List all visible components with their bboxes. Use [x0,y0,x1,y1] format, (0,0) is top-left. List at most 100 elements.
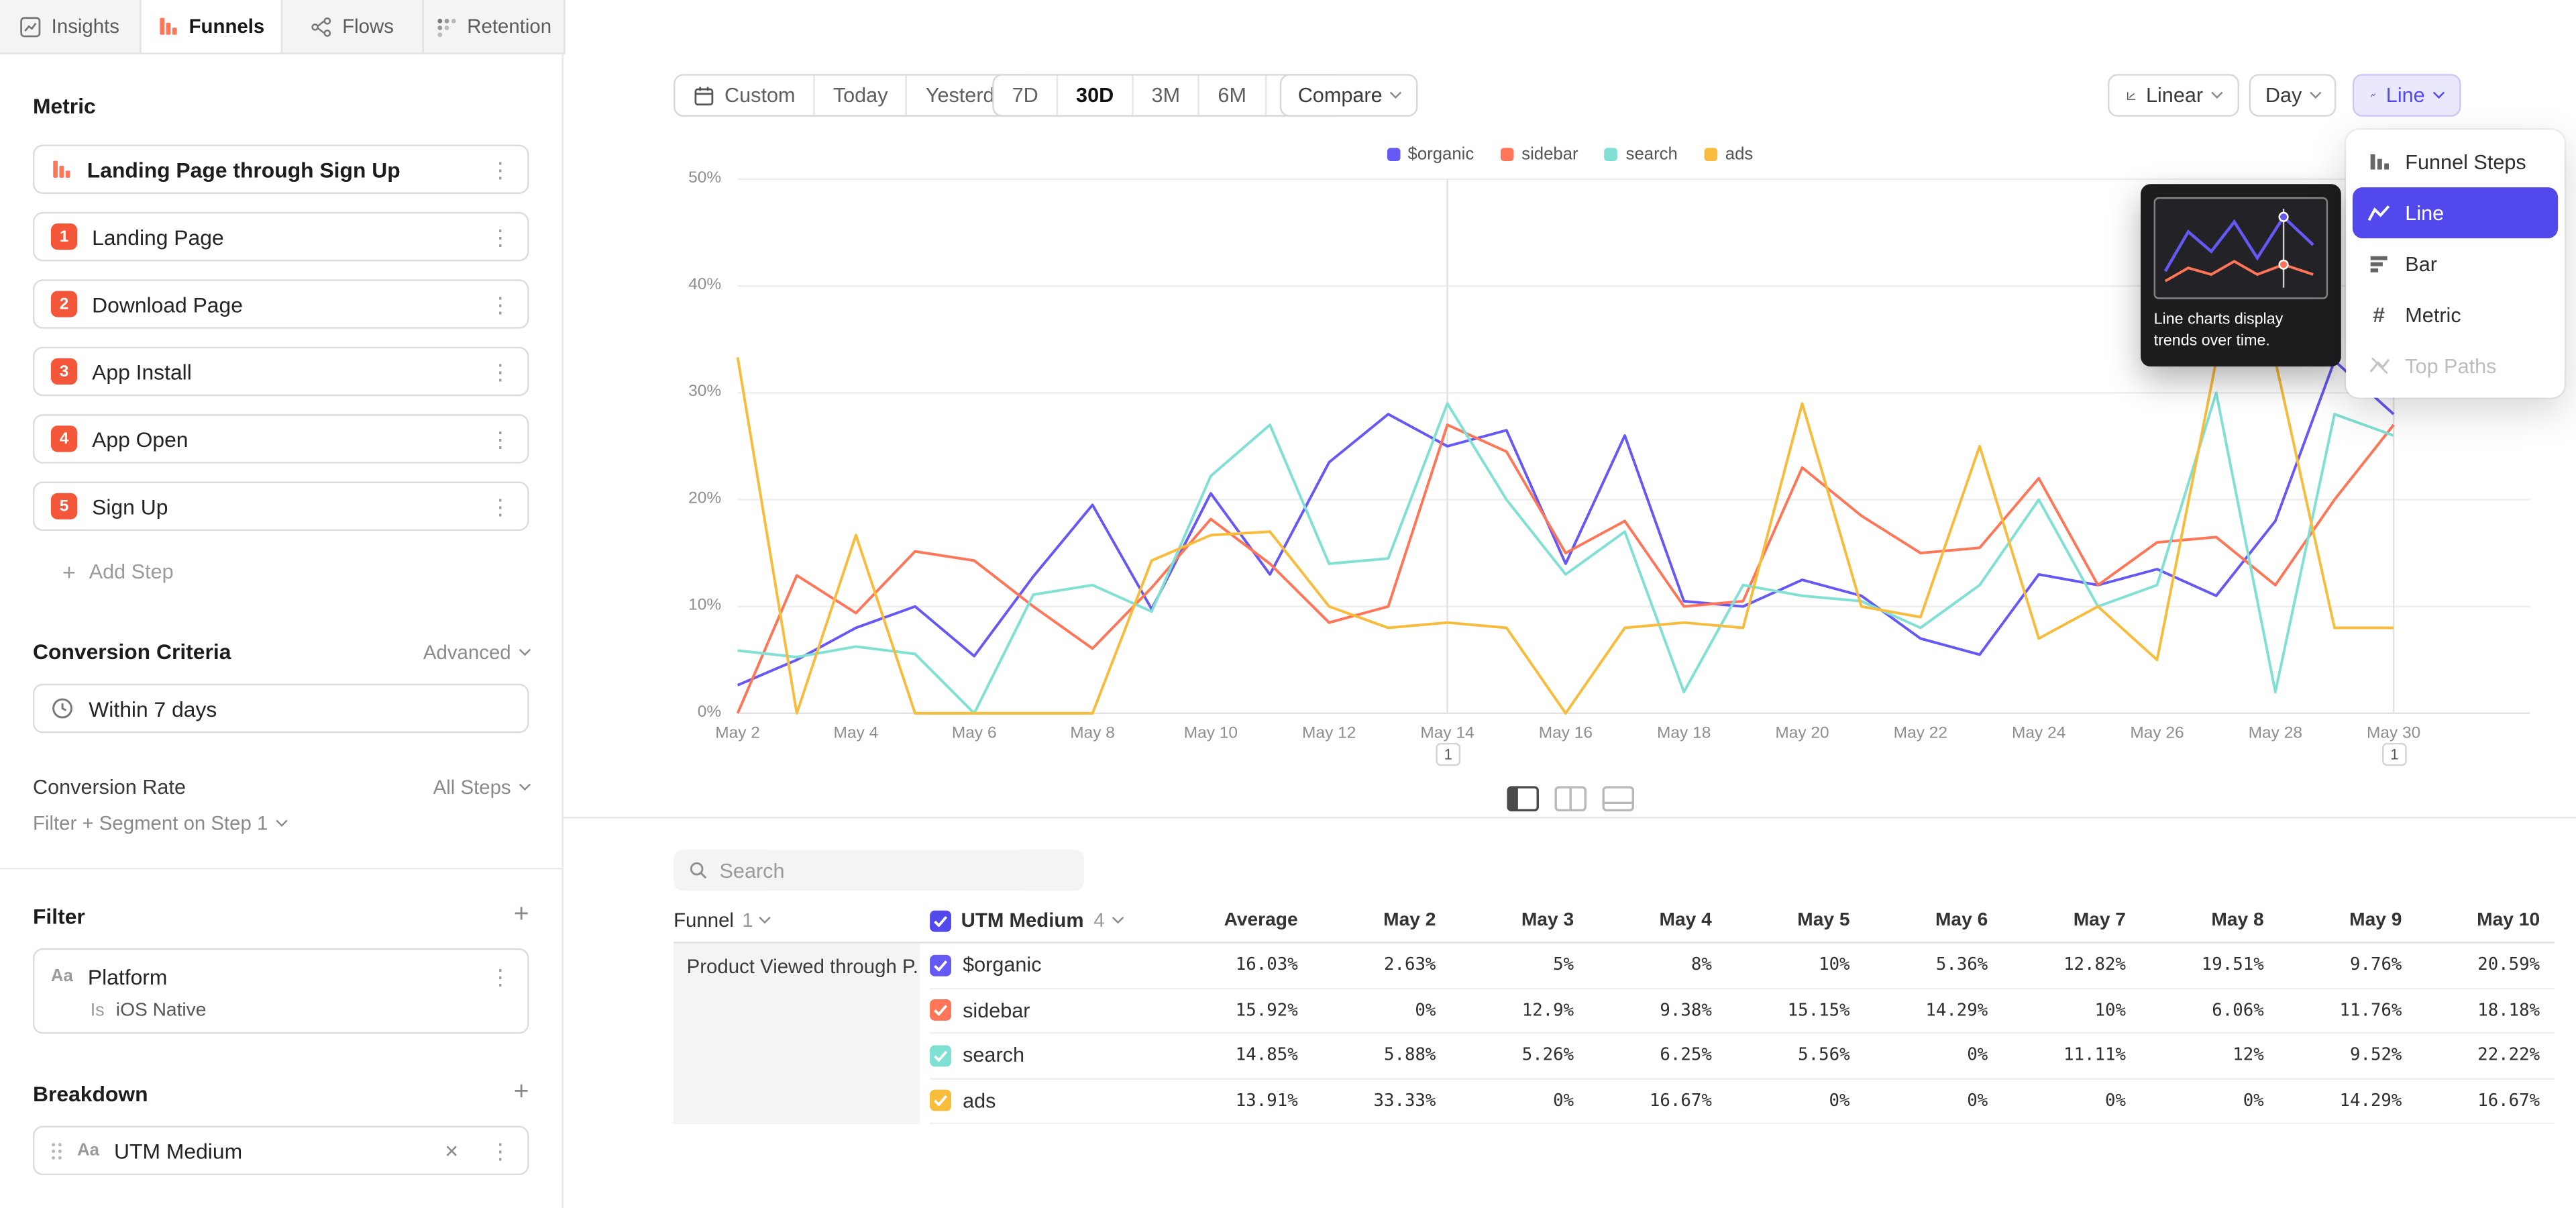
step-label: App Open [92,427,188,452]
breakdown-card[interactable]: Aa UTM Medium × ⋮ [33,1126,529,1175]
menu-item-label: Line [2405,201,2444,224]
custom-date-button[interactable]: Custom [676,76,815,115]
legend-item[interactable]: sidebar [1500,145,1578,164]
menu-item-line[interactable]: Line [2353,187,2558,238]
column-header[interactable]: May 8 [2126,911,2264,930]
breakdown-column-header[interactable]: UTM Medium 4 [930,909,1160,932]
chevron-down-icon [759,912,771,923]
line-chart-icon [2371,85,2376,105]
x-axis-label: May 12 [1288,725,1370,743]
series-checkbox[interactable] [930,1000,951,1021]
funnel-group-cell[interactable]: Product Viewed through P... [674,944,920,1124]
funnel-step[interactable]: 1 Landing Page ⋮ [33,212,529,261]
scale-button[interactable]: Linear [2108,74,2239,117]
column-header[interactable]: May 10 [2402,911,2540,930]
kebab-icon[interactable]: ⋮ [490,966,511,987]
column-header[interactable]: May 7 [1988,911,2126,930]
search-box[interactable] [674,850,1084,891]
annotation-badge[interactable]: 1 [2382,743,2407,766]
x-axis-label: May 10 [1170,725,1252,743]
range-3m-button[interactable]: 3M [1134,76,1200,115]
series-checkbox[interactable] [930,1090,951,1111]
table-cell: 12.82% [1988,955,2126,974]
range-30d-button[interactable]: 30D [1058,76,1134,115]
table-cell: 0% [1988,1091,2126,1111]
menu-item-bar[interactable]: Bar [2353,238,2558,289]
column-header[interactable]: May 3 [1436,911,1574,930]
menu-item-funnel-steps[interactable]: Funnel Steps [2353,136,2558,187]
metric-heading: Metric [33,94,529,119]
column-header[interactable]: Average [1160,911,1298,930]
funnel-step[interactable]: 3 App Install ⋮ [33,347,529,396]
funnel-step[interactable]: 5 Sign Up ⋮ [33,482,529,531]
granularity-button[interactable]: Day [2249,74,2337,117]
kebab-icon[interactable]: ⋮ [490,158,511,180]
add-step-button[interactable]: + Add Step [33,554,529,590]
funnel-step[interactable]: 2 Download Page ⋮ [33,279,529,328]
all-steps-label: All Steps [433,776,511,799]
table-row[interactable]: $organic16.03%2.63%5%8%10%5.36%12.82%19.… [930,944,2555,989]
column-header[interactable]: May 5 [1712,911,1850,930]
table-row[interactable]: search14.85%5.88%5.26%6.25%5.56%0%11.11%… [930,1034,2555,1078]
menu-item-metric[interactable]: # Metric [2353,289,2558,340]
filter-segment-label: Filter + Segment on Step 1 [33,812,268,835]
add-filter-button[interactable]: + [514,902,529,928]
funnel-step[interactable]: 4 App Open ⋮ [33,414,529,463]
kebab-icon[interactable]: ⋮ [490,293,511,315]
legend-item[interactable]: search [1605,145,1678,164]
table-cell: 13.91% [1160,1091,1298,1111]
funnel-title-card[interactable]: Landing Page through Sign Up ⋮ [33,145,529,194]
close-icon[interactable]: × [445,1139,458,1162]
filter-segment-link[interactable]: Filter + Segment on Step 1 [33,812,286,835]
all-steps-dropdown[interactable]: All Steps [433,776,529,799]
series-checkbox[interactable] [930,1045,951,1066]
legend-item[interactable]: ads [1704,145,1753,164]
layout-columns-button[interactable] [1550,783,1590,815]
kebab-icon[interactable]: ⋮ [490,361,511,383]
tab-retention[interactable]: Retention [424,0,564,52]
advanced-dropdown[interactable]: Advanced [423,640,529,663]
drag-handle-icon[interactable] [51,1142,62,1160]
series-checkbox[interactable] [930,954,951,976]
column-header[interactable]: May 9 [2264,911,2402,930]
table-cell: 0% [1850,1091,1988,1111]
series-name-cell: $organic [930,954,1160,976]
breakdown-header-label: UTM Medium [961,909,1084,932]
today-button[interactable]: Today [815,76,908,115]
legend-swatch [1500,148,1513,161]
range-7d-button[interactable]: 7D [994,76,1058,115]
table-row[interactable]: sidebar15.92%0%12.9%9.38%15.15%14.29%10%… [930,989,2555,1034]
select-all-checkbox[interactable] [930,910,951,932]
kebab-icon[interactable]: ⋮ [490,226,511,248]
search-input[interactable] [720,859,1070,882]
tab-flows[interactable]: Flows [282,0,424,52]
kebab-icon[interactable]: ⋮ [490,495,511,517]
kebab-icon[interactable]: ⋮ [490,428,511,450]
table-cell: 9.38% [1574,1001,1712,1020]
breakdown-property-label: UTM Medium [114,1138,242,1163]
x-axis-label: May 30 [2353,725,2434,743]
kebab-icon[interactable]: ⋮ [490,1140,511,1161]
compare-button[interactable]: Compare [1280,74,1419,117]
column-header[interactable]: May 4 [1574,911,1712,930]
funnel-column-header[interactable]: Funnel 1 [674,909,930,932]
range-6m-button[interactable]: 6M [1199,76,1266,115]
legend-item[interactable]: $organic [1387,145,1474,164]
layout-split-button[interactable] [1503,783,1542,815]
table-row[interactable]: ads13.91%33.33%0%16.67%0%0%0%0%14.29%16.… [930,1079,2555,1124]
tab-funnels[interactable]: Funnels [142,0,283,52]
layout-rows-button[interactable] [1598,783,1638,815]
column-header[interactable]: May 2 [1298,911,1436,930]
column-header[interactable]: May 6 [1850,911,1988,930]
main-panel: Custom Today Yesterday 7D 30D 3M 6M 12M … [564,0,2576,1208]
annotation-badge[interactable]: 1 [1436,743,1460,766]
table-cell: 5.26% [1436,1046,1574,1065]
x-axis-label: May 4 [815,725,897,743]
chart-type-button[interactable]: Line [2353,74,2461,117]
add-breakdown-button[interactable]: + [514,1080,529,1106]
tab-insights[interactable]: Insights [0,0,142,52]
table-cell: 0% [1850,1046,1988,1065]
filter-card[interactable]: Aa Platform ⋮ Is iOS Native [33,948,529,1034]
conversion-window-card[interactable]: Within 7 days [33,684,529,733]
filter-value[interactable]: iOS Native [116,1001,207,1020]
